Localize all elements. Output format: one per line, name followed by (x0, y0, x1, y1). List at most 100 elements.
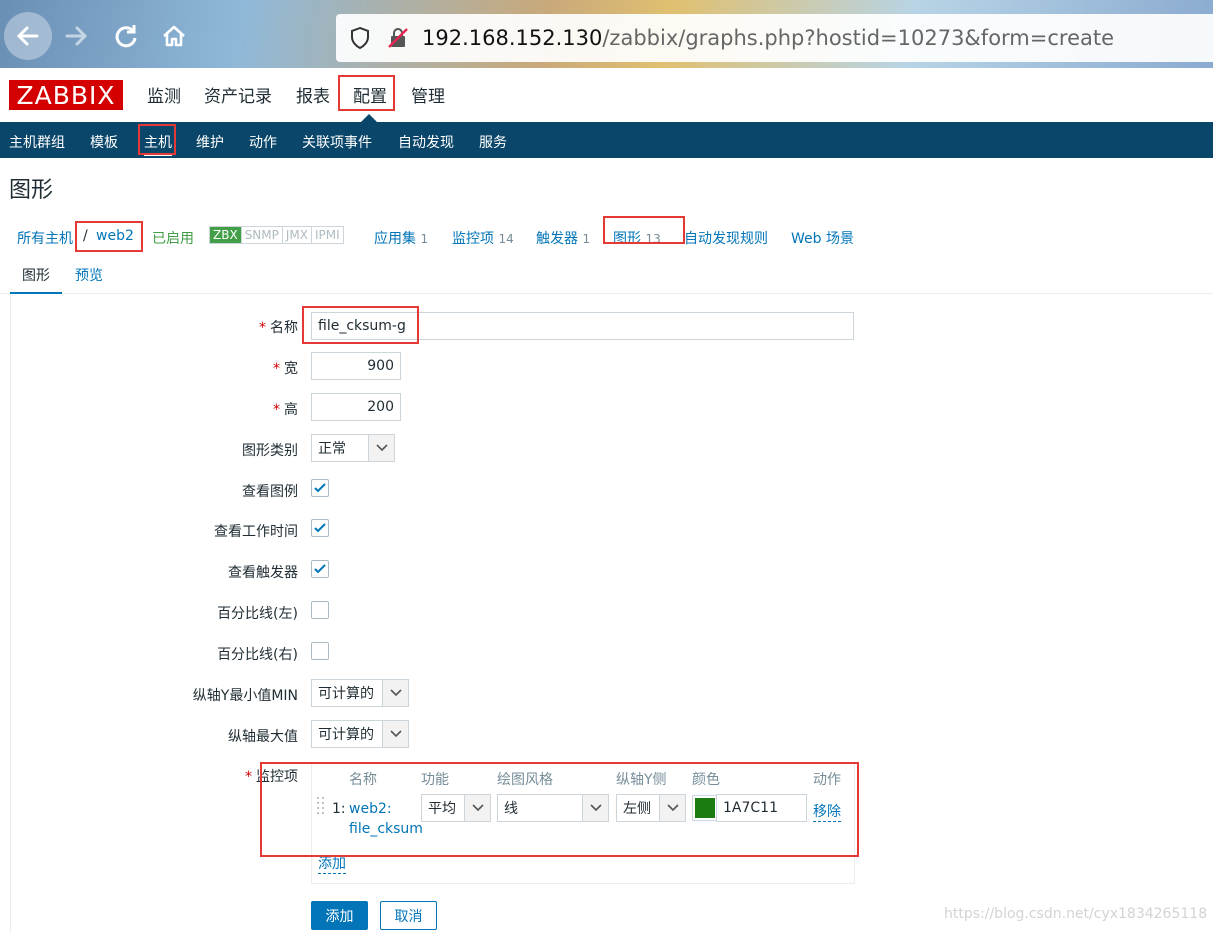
height-label: * 高 (273, 402, 298, 418)
home-button[interactable] (152, 12, 196, 60)
col-name: 名称 (349, 772, 377, 788)
width-label: * 宽 (273, 361, 298, 377)
active-menu-caret (361, 114, 377, 122)
show-legend-checkbox[interactable] (311, 479, 329, 497)
percentile-right-label: 百分比线(右) (217, 647, 298, 663)
tag-jmx: JMX (282, 227, 312, 243)
percentile-left-checkbox[interactable] (311, 601, 329, 619)
address-bar[interactable]: 192.168.152.130/zabbix/graphs.php?hostid… (336, 14, 1213, 62)
col-draw-style: 绘图风格 (497, 772, 553, 788)
tag-zbx: ZBX (210, 227, 242, 243)
form-tabs: 图形 预览 (0, 254, 1213, 295)
col-color: 颜色 (692, 772, 720, 788)
breadcrumb-separator: / (83, 228, 88, 244)
width-input[interactable]: 900 (311, 352, 401, 380)
menu-monitoring[interactable]: 监测 (147, 82, 181, 107)
submenu-maintenance[interactable]: 维护 (196, 132, 224, 152)
show-triggers-checkbox[interactable] (311, 560, 329, 578)
triggers-link[interactable]: 触发器 1 (536, 228, 590, 248)
name-label: * 名称 (259, 320, 298, 336)
draw-style-select[interactable]: 线 (497, 794, 609, 822)
percentile-left-label: 百分比线(左) (217, 606, 298, 622)
add-button[interactable]: 添加 (311, 901, 368, 930)
back-button[interactable] (4, 12, 52, 60)
checkmark-icon (314, 523, 326, 533)
submenu-hosts[interactable]: 主机 (144, 132, 172, 156)
y-side-select[interactable]: 左侧 (616, 794, 686, 822)
ymin-label: 纵轴Y最小值MIN (192, 688, 298, 704)
color-swatch[interactable] (692, 795, 718, 821)
add-item-link[interactable]: 添加 (318, 853, 346, 874)
tab-preview[interactable]: 预览 (75, 265, 103, 285)
shield-icon[interactable] (340, 14, 380, 62)
checkmark-icon (314, 564, 326, 574)
col-function: 功能 (421, 772, 449, 788)
home-icon (163, 25, 185, 47)
remove-link[interactable]: 移除 (813, 801, 841, 822)
menu-reports[interactable]: 报表 (296, 82, 330, 107)
ymin-select[interactable]: 可计算的 (311, 679, 409, 707)
items-link[interactable]: 监控项 14 (452, 228, 514, 248)
applications-link[interactable]: 应用集 1 (374, 228, 428, 248)
graphs-link[interactable]: 图形 13 (613, 228, 661, 248)
forward-button[interactable] (54, 12, 98, 60)
chevron-down-icon (382, 680, 408, 706)
url-text: 192.168.152.130/zabbix/graphs.php?hostid… (422, 26, 1115, 50)
show-worktime-label: 查看工作时间 (214, 524, 298, 540)
ymax-select[interactable]: 可计算的 (311, 720, 409, 748)
chevron-down-icon (464, 795, 490, 821)
discovery-rules-link[interactable]: 自动发现规则 (684, 228, 768, 248)
checkmark-icon (314, 483, 326, 493)
tag-snmp: SNMP (241, 227, 283, 243)
menu-configuration[interactable]: 配置 (353, 82, 387, 107)
main-menu: ZABBIX 监测 资产记录 报表 配置 管理 (0, 68, 1213, 122)
chevron-down-icon (382, 721, 408, 747)
graph-type-label: 图形类别 (242, 443, 298, 459)
tag-ipmi: IPMI (312, 227, 343, 243)
submenu-correlation[interactable]: 关联项事件 (302, 132, 372, 152)
col-action: 动作 (813, 772, 841, 788)
all-hosts-link[interactable]: 所有主机 (17, 228, 73, 248)
item-name-key[interactable]: file_cksum (349, 821, 423, 837)
graph-type-select[interactable]: 正常 (311, 434, 395, 462)
page-title: 图形 (9, 178, 54, 203)
show-legend-label: 查看图例 (242, 484, 298, 500)
status-enabled[interactable]: 已启用 (152, 228, 194, 248)
menu-administration[interactable]: 管理 (411, 82, 445, 107)
zabbix-logo[interactable]: ZABBIX (9, 80, 123, 110)
cancel-button[interactable]: 取消 (380, 901, 437, 930)
ymax-label: 纵轴最大值 (228, 729, 298, 745)
submenu-discovery[interactable]: 自动发现 (398, 132, 454, 152)
reload-icon (115, 25, 137, 48)
submenu-host-groups[interactable]: 主机群组 (9, 132, 65, 152)
menu-inventory[interactable]: 资产记录 (204, 82, 272, 107)
function-select[interactable]: 平均 (421, 794, 491, 822)
show-worktime-checkbox[interactable] (311, 519, 329, 537)
row-index: 1: (332, 801, 346, 817)
web-scenarios-link[interactable]: Web 场景 (791, 228, 854, 248)
host-link[interactable]: web2 (96, 228, 134, 244)
item-name-host[interactable]: web2: (349, 801, 392, 817)
color-hex-input[interactable]: 1A7C11 (716, 794, 807, 822)
submenu-templates[interactable]: 模板 (90, 132, 118, 152)
watermark: https://blog.csdn.net/cyx1834265118 (944, 906, 1208, 922)
chevron-down-icon (582, 795, 608, 821)
items-label: * 监控项 (245, 769, 298, 785)
name-input[interactable]: file_cksum-g (311, 312, 854, 340)
insecure-lock-icon[interactable] (380, 14, 416, 62)
chevron-down-icon (659, 795, 685, 821)
arrow-left-icon (16, 26, 39, 46)
tab-graph[interactable]: 图形 (10, 265, 62, 295)
arrow-right-icon (65, 26, 88, 46)
browser-toolbar: 192.168.152.130/zabbix/graphs.php?hostid… (0, 0, 1213, 68)
drag-handle-icon[interactable] (316, 796, 326, 822)
percentile-right-checkbox[interactable] (311, 642, 329, 660)
availability-tags: ZBX SNMP JMX IPMI (209, 226, 344, 244)
sub-menu: 主机群组 模板 主机 维护 动作 关联项事件 自动发现 服务 (0, 122, 1213, 158)
col-y-side: 纵轴Y侧 (616, 772, 667, 788)
submenu-actions[interactable]: 动作 (249, 132, 277, 152)
height-input[interactable]: 200 (311, 393, 401, 421)
submenu-services[interactable]: 服务 (479, 132, 507, 152)
chevron-down-icon (368, 435, 394, 461)
reload-button[interactable] (104, 12, 148, 60)
